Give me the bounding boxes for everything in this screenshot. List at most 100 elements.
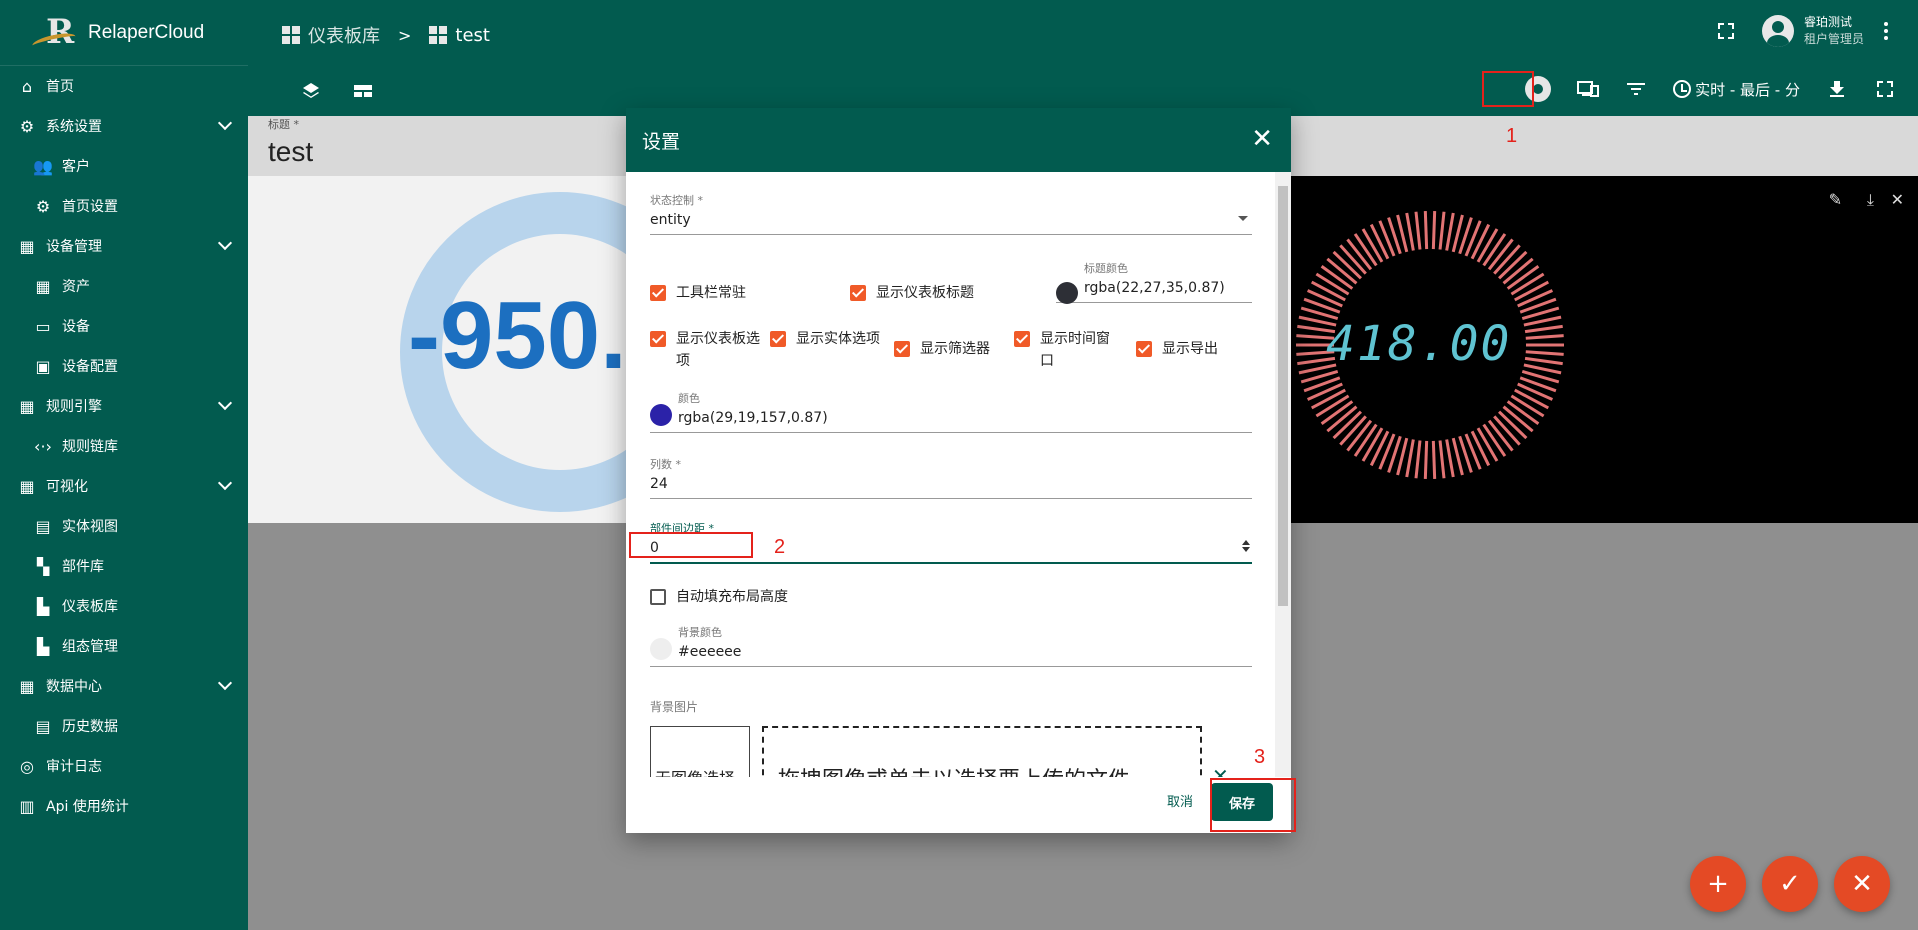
close-icon[interactable]: ✕ xyxy=(1891,190,1904,209)
dashboard-icon xyxy=(282,26,300,44)
sidebar-item-widgets[interactable]: ▚ 部件库 xyxy=(0,546,248,586)
dashboard-icon xyxy=(429,26,448,44)
home-icon: ⌂ xyxy=(21,76,33,96)
dial-tick xyxy=(1524,356,1563,366)
number-stepper-icon[interactable] xyxy=(1242,540,1250,552)
timewindow-button[interactable]: 实时 - 最后 - 分 xyxy=(1673,79,1800,100)
sidebar-item-home[interactable]: ⌂ 首页 xyxy=(0,66,248,106)
color-field[interactable]: 颜色 rgba(29,19,157,0.87) xyxy=(650,390,1252,433)
dial-tick xyxy=(1405,439,1415,478)
check-icon: ✓ xyxy=(1779,869,1801,899)
timewindow-label: 实时 - 最后 - 分 xyxy=(1695,80,1800,99)
dial-tick xyxy=(1369,223,1390,260)
show-export-checkbox[interactable]: 显示导出 xyxy=(1136,338,1218,360)
download-icon[interactable]: ⤓ xyxy=(1867,190,1874,210)
avatar[interactable] xyxy=(1761,15,1794,47)
columns-field[interactable]: 列数 * 24 xyxy=(650,456,1252,499)
sidebar-item-customers[interactable]: 👥 客户 xyxy=(0,146,248,186)
code-icon: ‹·› xyxy=(34,436,52,456)
title-color-swatch[interactable] xyxy=(1056,282,1078,304)
columns-label: 列数 * xyxy=(650,458,681,471)
widget-lcd[interactable]: 418.00 ✎ ⤓ ✕ xyxy=(1290,176,1918,523)
checkbox-unchecked-icon xyxy=(650,589,666,605)
title-color-field[interactable]: 标题颜色 rgba(22,27,35,0.87) xyxy=(1056,260,1252,304)
sidebar-item-devices[interactable]: ▭ 设备 xyxy=(0,306,248,346)
sidebar-item-rule-engine[interactable]: ▦ 规则引擎 xyxy=(0,386,248,426)
autofill-height-checkbox[interactable]: 自动填充布局高度 xyxy=(650,586,788,608)
show-filter-checkbox[interactable]: 显示筛选器 xyxy=(894,338,990,360)
sidebar-item-scada[interactable]: ▙ 组态管理 xyxy=(0,626,248,666)
breadcrumb-current: test xyxy=(455,24,490,46)
device-profile-icon: ▣ xyxy=(35,356,51,376)
checkbox-checked-icon xyxy=(894,341,910,357)
background-color-swatch[interactable] xyxy=(650,638,672,660)
layout-icon[interactable] xyxy=(352,80,374,102)
state-control-select[interactable]: 状态控制 * entity xyxy=(650,192,1252,235)
fullscreen-icon[interactable] xyxy=(1874,78,1896,100)
show-dashboard-options-checkbox[interactable]: 显示仪表板选项 xyxy=(650,328,768,372)
more-vert-icon[interactable] xyxy=(1884,22,1888,40)
decline-changes-button[interactable]: ✕ xyxy=(1834,856,1890,912)
dial-tick xyxy=(1369,430,1390,467)
layers-icon[interactable] xyxy=(300,80,322,102)
dial-tick xyxy=(1525,350,1564,356)
sidebar-item-device-management[interactable]: ▦ 设备管理 xyxy=(0,226,248,266)
sidebar-item-dashboards[interactable]: ▙ 仪表板库 xyxy=(0,586,248,626)
brand[interactable]: R RelaperCloud xyxy=(0,0,248,66)
cancel-button[interactable]: 取消 xyxy=(1167,791,1193,810)
dial-tick xyxy=(1514,280,1550,302)
sidebar-item-entity-views[interactable]: ▤ 实体视图 xyxy=(0,506,248,546)
dial-tick xyxy=(1431,440,1437,479)
color-label: 颜色 xyxy=(678,392,700,405)
chevron-down-icon xyxy=(1238,216,1248,221)
sidebar-item-rule-chains[interactable]: ‹·› 规则链库 xyxy=(0,426,248,466)
checkbox-checked-icon xyxy=(1014,331,1030,347)
background-color-value: #eeeeee xyxy=(650,640,1252,667)
dial-tick xyxy=(1361,228,1384,263)
dialog-scrollbar[interactable] xyxy=(1275,172,1291,777)
widget-donut[interactable]: -950.0 xyxy=(248,176,628,523)
edit-icon[interactable]: ✎ xyxy=(1829,190,1842,209)
settings-icon: ⚙ xyxy=(35,196,51,216)
annotation-box-2 xyxy=(629,532,753,558)
sidebar-item-audit-logs[interactable]: ◎ 审计日志 xyxy=(0,746,248,786)
annotation-box-1 xyxy=(1482,71,1534,107)
sidebar-item-visualization[interactable]: ▦ 可视化 xyxy=(0,466,248,506)
devices-icon[interactable] xyxy=(1577,78,1600,100)
apply-changes-button[interactable]: ✓ xyxy=(1762,856,1818,912)
dial-tick xyxy=(1414,211,1422,250)
download-icon[interactable] xyxy=(1826,78,1848,100)
background-color-field[interactable]: 背景颜色 #eeeeee xyxy=(650,624,1252,667)
clock-icon xyxy=(1673,80,1692,98)
toolbar-always-open-checkbox[interactable]: 工具栏常驻 xyxy=(650,282,746,304)
dashboard-icon: ▙ xyxy=(36,596,50,616)
sidebar-item-home-settings[interactable]: ⚙ 首页设置 xyxy=(0,186,248,226)
color-value: rgba(29,19,157,0.87) xyxy=(650,406,1252,433)
close-icon[interactable]: ✕ xyxy=(1251,126,1273,152)
scrollbar-thumb[interactable] xyxy=(1278,186,1288,606)
filter-icon[interactable] xyxy=(1625,78,1647,100)
annotation-box-3 xyxy=(1210,778,1296,832)
user-info[interactable]: 睿珀测试 租户管理员 xyxy=(1804,14,1864,48)
checkbox-checked-icon xyxy=(650,331,666,347)
breadcrumb-root[interactable]: 仪表板库 xyxy=(308,22,380,48)
building-icon: ▦ xyxy=(19,676,35,696)
sidebar-item-assets[interactable]: ▦ 资产 xyxy=(0,266,248,306)
sidebar-item-history[interactable]: ▤ 历史数据 xyxy=(0,706,248,746)
fullscreen-icon[interactable] xyxy=(1717,23,1734,39)
checkbox-checked-icon xyxy=(850,285,866,301)
sidebar-item-data-center[interactable]: ▦ 数据中心 xyxy=(0,666,248,706)
chevron-down-icon xyxy=(217,115,233,131)
sidebar-item-system-settings[interactable]: ⚙ 系统设置 xyxy=(0,106,248,146)
show-timewindow-checkbox[interactable]: 显示时间窗口 xyxy=(1014,328,1122,372)
sidebar-item-device-profiles[interactable]: ▣ 设备配置 xyxy=(0,346,248,386)
show-entity-select-checkbox[interactable]: 显示实体选项 xyxy=(770,328,882,350)
add-widget-button[interactable]: + xyxy=(1690,856,1746,912)
color-swatch[interactable] xyxy=(650,404,672,426)
checkbox-checked-icon xyxy=(650,285,666,301)
show-title-checkbox[interactable]: 显示仪表板标题 xyxy=(850,282,974,304)
annotation-number-3: 3 xyxy=(1254,746,1266,768)
audit-icon: ◎ xyxy=(20,756,34,776)
breadcrumb: 仪表板库 > test xyxy=(282,22,490,48)
sidebar-item-api-usage[interactable]: ▥ Api 使用统计 xyxy=(0,786,248,826)
